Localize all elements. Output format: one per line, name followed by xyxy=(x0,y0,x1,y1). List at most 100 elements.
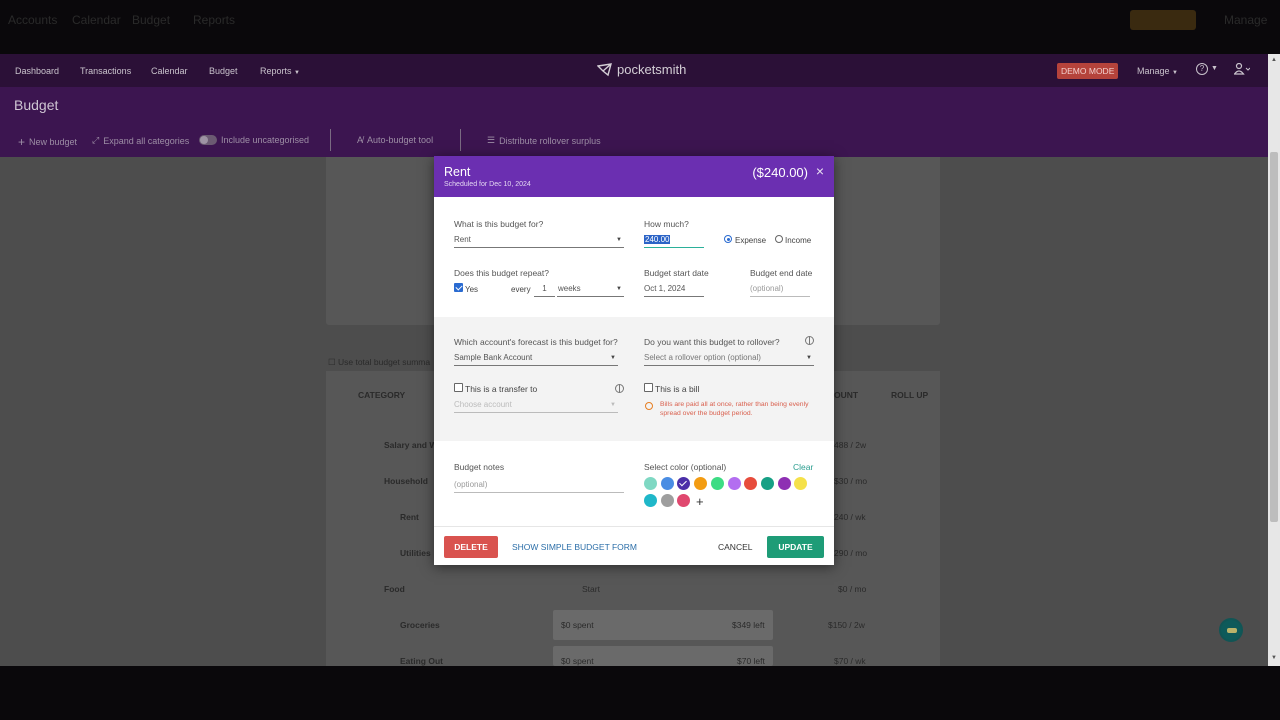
row-start[interactable]: Start xyxy=(582,584,600,594)
expand-all-button[interactable]: ⤢ Expand all categories xyxy=(92,135,189,146)
nav-transactions[interactable]: Transactions xyxy=(80,66,131,76)
income-radio[interactable] xyxy=(775,235,783,243)
color-swatch[interactable] xyxy=(677,477,691,490)
start-date-input[interactable]: Oct 1, 2024 xyxy=(644,283,704,297)
info-icon[interactable] xyxy=(805,336,814,345)
nav-reports[interactable]: Reports ▼ xyxy=(260,66,300,76)
color-swatch[interactable] xyxy=(777,477,791,490)
repeat-checkbox[interactable] xyxy=(454,283,463,292)
row-category-name[interactable]: Food xyxy=(384,584,405,594)
color-swatch[interactable] xyxy=(794,477,808,490)
include-uncategorised-toggle[interactable]: Include uncategorised xyxy=(199,135,309,145)
ghost-nav-item: Manage xyxy=(1224,13,1268,27)
page-header: Budget + New budget ⤢ Expand all categorie… xyxy=(0,87,1268,157)
end-date-input[interactable]: (optional) xyxy=(750,283,810,297)
expand-icon: ⤢ xyxy=(92,135,100,145)
scroll-up-icon[interactable]: ▲ xyxy=(1268,57,1280,63)
auto-budget-label: Auto-budget tool xyxy=(367,135,434,145)
transfer-account-select[interactable]: Choose account ▼ xyxy=(454,399,618,413)
basic-details-section: What is this budget for? Rent ▼ How much… xyxy=(434,197,834,317)
show-simple-form-button[interactable]: SHOW SIMPLE BUDGET FORM xyxy=(512,536,637,558)
nav-calendar[interactable]: Calendar xyxy=(151,66,188,76)
plus-icon: + xyxy=(18,135,26,149)
color-swatch[interactable] xyxy=(710,477,724,490)
col-category[interactable]: CATEGORY xyxy=(358,390,405,400)
color-swatch[interactable] xyxy=(660,477,674,490)
use-total-label: Use total budget summa xyxy=(337,357,431,367)
chevron-down-icon: ▼ xyxy=(616,237,622,243)
add-color-button[interactable]: + xyxy=(696,494,704,509)
row-category-name[interactable]: Utilities xyxy=(400,548,431,558)
row-category-name[interactable]: Groceries xyxy=(400,620,440,630)
col-amount[interactable]: OUNT xyxy=(834,390,858,400)
nav-manage[interactable]: Manage ▼ xyxy=(1137,66,1178,76)
cancel-button[interactable]: CANCEL xyxy=(718,536,752,558)
row-category-name[interactable]: Rent xyxy=(400,512,419,522)
income-label: Income xyxy=(785,236,812,245)
color-swatch[interactable] xyxy=(660,494,674,507)
clear-color-link[interactable]: Clear xyxy=(793,462,813,472)
notes-label: Budget notes xyxy=(454,462,505,472)
color-swatch[interactable] xyxy=(744,477,758,490)
toggle-switch[interactable] xyxy=(199,135,217,145)
row-amount: $0 / mo xyxy=(838,584,867,594)
nav-dashboard[interactable]: Dashboard xyxy=(15,66,59,76)
bill-checkbox[interactable] xyxy=(644,383,653,392)
help-icon[interactable]: ? xyxy=(1196,63,1208,75)
modal-subtitle: Scheduled for Dec 10, 2024 xyxy=(444,181,531,188)
scroll-thumb[interactable] xyxy=(1270,152,1278,522)
pocketsmith-logo-icon xyxy=(597,62,612,76)
chat-icon[interactable] xyxy=(1219,618,1243,642)
user-icon[interactable] xyxy=(1233,62,1251,78)
modal-amount: ($240.00) xyxy=(752,165,808,180)
rollover-select[interactable]: Select a rollover option (optional) ▼ xyxy=(644,352,814,366)
account-select[interactable]: Sample Bank Account ▼ xyxy=(454,352,618,366)
close-icon[interactable]: × xyxy=(816,163,824,179)
nav-reports-label: Reports xyxy=(260,66,292,76)
color-swatch[interactable] xyxy=(694,477,708,490)
color-swatch[interactable] xyxy=(760,477,774,490)
row-category-name[interactable]: Eating Out xyxy=(400,656,443,666)
category-value: Rent xyxy=(454,235,471,244)
new-budget-button[interactable]: + New budget xyxy=(18,135,77,149)
top-strip: Accounts Calendar Budget Reports Manage xyxy=(0,0,1280,54)
amount-input[interactable]: 240.00 xyxy=(644,234,704,248)
end-date-label: Budget end date xyxy=(750,268,813,278)
ghost-button xyxy=(1130,10,1196,30)
chevron-down-icon: ▼ xyxy=(1211,65,1218,72)
bottom-strip xyxy=(0,666,1280,720)
color-swatch[interactable] xyxy=(644,477,657,490)
auto-budget-button[interactable]: A̸ Auto-budget tool xyxy=(357,135,433,145)
scroll-down-icon[interactable]: ▼ xyxy=(1268,655,1280,661)
transfer-checkbox[interactable] xyxy=(454,383,463,392)
scrollbar[interactable]: ▲ ▼ xyxy=(1268,54,1280,666)
nav-budget[interactable]: Budget xyxy=(209,66,238,76)
what-for-label: What is this budget for? xyxy=(454,219,544,229)
brand-logo[interactable]: pocketsmith xyxy=(597,62,686,77)
start-date-label: Budget start date xyxy=(644,268,709,278)
bill-warning: Bills are paid all at once, rather than … xyxy=(660,401,809,417)
account-label: Which account's forecast is this budget … xyxy=(454,337,618,347)
ghost-nav-item: Calendar xyxy=(72,13,121,27)
ghost-nav-item: Reports xyxy=(193,13,236,27)
repeat-period-select[interactable]: weeks ▼ xyxy=(557,283,624,297)
color-swatch[interactable] xyxy=(677,494,691,507)
row-amount: $30 / mo xyxy=(834,476,868,486)
row-category-name[interactable]: Salary and W xyxy=(384,440,437,450)
row-category-name[interactable]: Household xyxy=(384,476,428,486)
notes-input[interactable]: (optional) xyxy=(454,479,624,493)
expense-radio[interactable] xyxy=(724,235,732,243)
update-button[interactable]: UPDATE xyxy=(767,536,824,558)
divider xyxy=(330,129,331,151)
info-icon[interactable] xyxy=(615,384,624,393)
distribute-surplus-button[interactable]: ☰ Distribute rollover surplus xyxy=(487,135,601,146)
repeat-interval-input[interactable]: 1 xyxy=(534,283,555,297)
color-swatch[interactable] xyxy=(727,477,741,490)
color-swatch[interactable] xyxy=(644,494,657,507)
row-spent: $0 spent xyxy=(561,620,594,630)
chevron-down-icon: ▼ xyxy=(806,355,812,361)
delete-button[interactable]: DELETE xyxy=(444,536,498,558)
category-select[interactable]: Rent ▼ xyxy=(454,234,624,248)
row-amount: $150 / 2w xyxy=(828,620,865,630)
use-total-checkbox[interactable]: ☐ Use total budget summa xyxy=(328,357,430,368)
